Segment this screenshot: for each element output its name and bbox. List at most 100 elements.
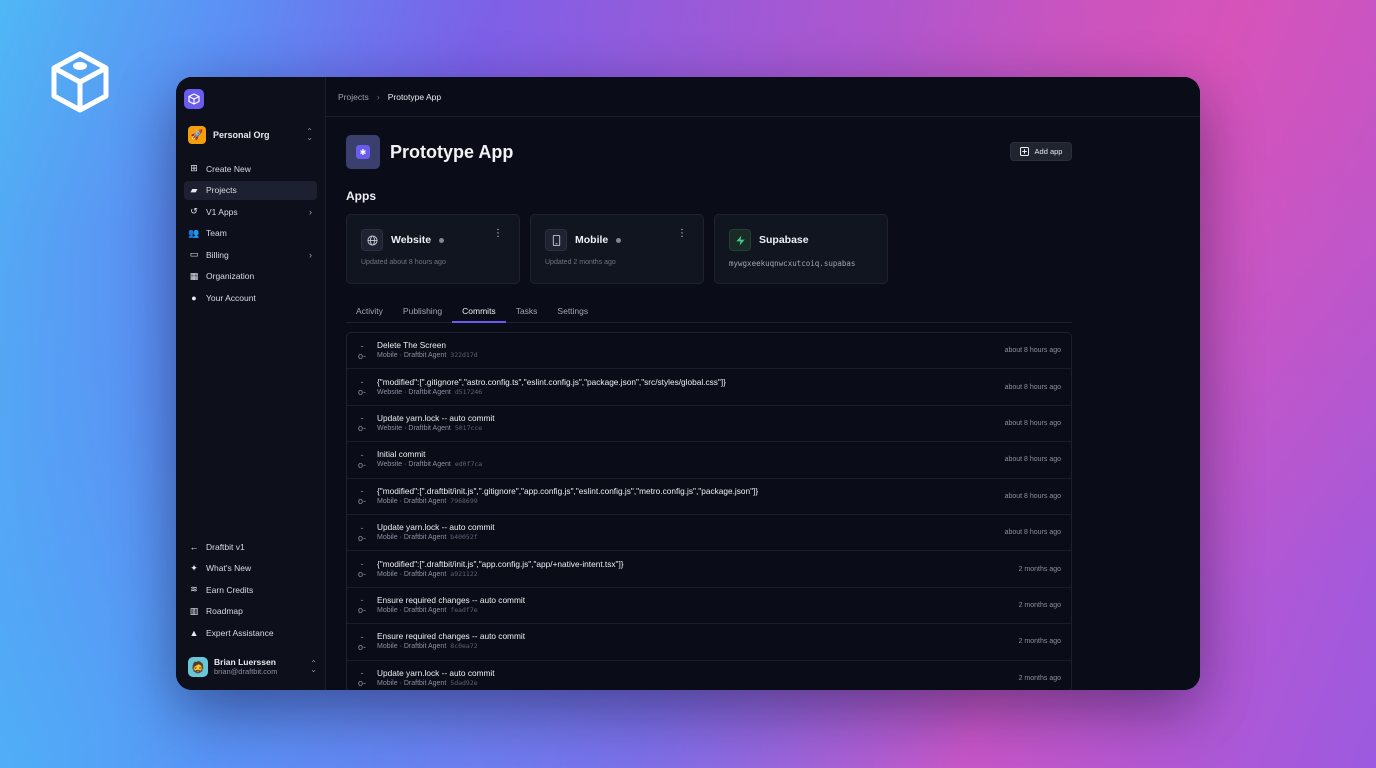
commit-message: Update yarn.lock -- auto commit: [377, 667, 495, 678]
commit-time: about 8 hours ago: [1004, 347, 1061, 355]
app-card-mobile[interactable]: Mobile ⋮ Updated 2 months ago: [530, 214, 704, 284]
git-commit-icon: -o-: [357, 413, 366, 434]
project-icon: ✱: [346, 135, 380, 169]
commit-row[interactable]: -o- Ensure required changes -- auto commi…: [347, 588, 1071, 625]
commit-time: about 8 hours ago: [1004, 456, 1061, 464]
commit-author: Draftbit Agent: [403, 643, 447, 651]
commit-row[interactable]: -o- Update yarn.lock -- auto commit Websit…: [347, 406, 1071, 443]
org-name: Personal Org: [213, 130, 270, 140]
sidebar-item-what-s-new[interactable]: ✦ What's New: [184, 559, 317, 578]
app-name: Supabase: [759, 234, 809, 246]
commit-row[interactable]: -o- {"modified":[".draftbit/init.js","app…: [347, 551, 1071, 588]
commit-meta: Website · Draftbit Agent d517246: [377, 387, 995, 398]
commit-row[interactable]: -o- Ensure required changes -- auto commi…: [347, 624, 1071, 661]
commit-time: 2 months ago: [1018, 638, 1061, 646]
plus-square-icon: ⊞: [190, 163, 198, 173]
sidebar-item-projects[interactable]: ▰ Projects: [184, 180, 317, 200]
more-vertical-icon[interactable]: ⋮: [677, 229, 687, 239]
sidebar-item-team[interactable]: 👥 Team: [184, 224, 317, 243]
app-card-supabase[interactable]: Supabase mywgxeekuqnwcxutcoiq.supabas: [714, 214, 888, 284]
commit-sha: 7968699: [450, 496, 478, 505]
sidebar-item-v1-apps[interactable]: ↺ V1 Apps ›: [184, 202, 317, 221]
commit-message: Initial commit: [377, 449, 426, 460]
sidebar-item-draftbit-v1[interactable]: ← Draftbit v1: [184, 537, 317, 556]
commit-author: Draftbit Agent: [408, 388, 451, 396]
commit-app: Website: [377, 424, 403, 432]
commit-sha: 322d17d: [450, 351, 478, 360]
commit-author: Draftbit Agent: [403, 679, 447, 687]
git-commit-icon: -o-: [357, 559, 366, 580]
tab-publishing[interactable]: Publishing: [393, 302, 452, 323]
sidebar-item-your-account[interactable]: ● Your Account: [184, 288, 317, 307]
tab-tasks[interactable]: Tasks: [506, 302, 548, 323]
git-commit-icon: -o-: [357, 668, 366, 689]
history-icon: ↺: [190, 206, 198, 216]
sidebar-item-label: Draftbit v1: [206, 541, 245, 552]
tab-settings[interactable]: Settings: [547, 302, 598, 323]
sidebar-item-label: V1 Apps: [206, 206, 238, 217]
status-dot: [616, 237, 622, 243]
chevron-right-icon: ›: [309, 249, 312, 260]
breadcrumb-separator: ›: [376, 91, 380, 102]
commit-author: Draftbit Agent: [403, 606, 447, 614]
sidebar-item-label: Billing: [206, 249, 229, 260]
commit-list: -o- Delete The Screen Mobile · Draftbit Ag…: [346, 332, 1072, 690]
commit-meta: Mobile · Draftbit Agent 322d17d: [377, 350, 995, 361]
add-app-button[interactable]: Add app: [1010, 142, 1072, 161]
commit-row[interactable]: -o- Delete The Screen Mobile · Draftbit Ag…: [347, 333, 1071, 370]
commit-sha: feadf7e: [450, 605, 478, 614]
sidebar-item-billing[interactable]: ▭ Billing ›: [184, 245, 317, 264]
sidebar-item-label: Projects: [206, 185, 237, 195]
draftbit-cube-logo-icon: [51, 51, 109, 113]
commit-time: 2 months ago: [1018, 674, 1061, 682]
sidebar: 🚀 Personal Org ⌃ ⌄ ⊞ Create New ▰ Projects ↺ V…: [176, 77, 326, 690]
sidebar-item-organization[interactable]: ▦ Organization: [184, 267, 317, 286]
app-logo-icon[interactable]: [184, 89, 204, 109]
credit-card-icon: ▭: [189, 249, 199, 259]
sidebar-item-label: Earn Credits: [206, 584, 254, 595]
commit-author: Draftbit Agent: [403, 352, 447, 360]
commit-time: about 8 hours ago: [1004, 419, 1061, 427]
commit-sha: d517246: [454, 387, 483, 396]
commit-message: Update yarn.lock -- auto commit: [377, 522, 495, 533]
commit-author: Draftbit Agent: [403, 497, 447, 505]
tab-activity[interactable]: Activity: [346, 302, 393, 323]
git-commit-icon: -o-: [357, 449, 366, 470]
user-name: Brian Luerssen: [214, 657, 276, 667]
plus-square-icon: [1019, 147, 1029, 156]
sidebar-item-label: What's New: [206, 563, 252, 573]
breadcrumb-projects[interactable]: Projects: [338, 92, 369, 102]
more-vertical-icon[interactable]: ⋮: [493, 229, 503, 239]
commit-row[interactable]: -o- {"modified":[".draftbit/init.js",".gi…: [347, 479, 1071, 515]
phone-icon: [545, 229, 567, 251]
user-menu[interactable]: 🧔 Brian Luerssen brian@draftbit.com ⌃ ⌄: [188, 655, 317, 679]
commit-author: Draftbit Agent: [408, 424, 451, 432]
commit-sha: 5017cce: [454, 423, 483, 432]
sidebar-item-earn-credits[interactable]: ≋ Earn Credits: [184, 580, 317, 599]
tab-commits[interactable]: Commits: [452, 302, 506, 323]
sidebar-item-expert-assistance[interactable]: ▲ Expert Assistance: [184, 623, 317, 642]
commit-meta: Mobile · Draftbit Agent 5dad92e: [377, 678, 1009, 689]
org-switcher[interactable]: 🚀 Personal Org ⌃ ⌄: [184, 123, 317, 147]
commit-meta: Mobile · Draftbit Agent a921122: [377, 569, 1009, 580]
user-icon: ●: [191, 292, 197, 303]
commit-message: {"modified":[".draftbit/init.js","app.co…: [377, 558, 624, 569]
app-card-website[interactable]: Website ⋮ Updated about 8 hours ago: [346, 214, 520, 284]
commit-message: Delete The Screen: [377, 340, 447, 351]
page-title: Prototype App: [390, 141, 514, 162]
sidebar-item-label: Create New: [206, 163, 251, 174]
commit-row[interactable]: -o- {"modified":[".gitignore","astro.conf…: [347, 369, 1071, 406]
commit-sha: ed0f7ca: [454, 460, 483, 469]
sidebar-item-create-new[interactable]: ⊞ Create New: [184, 159, 317, 178]
commit-app: Mobile: [377, 570, 398, 578]
commit-row[interactable]: -o- Initial commit Website · Draftbit Agen…: [347, 442, 1071, 479]
commit-row[interactable]: -o- Update yarn.lock -- auto commit Mobile…: [347, 515, 1071, 552]
sidebar-item-label: Organization: [206, 271, 255, 281]
main-content: Projects › Prototype App ✱ Prototype App…: [326, 77, 1200, 690]
commit-app: Website: [377, 461, 403, 469]
commit-row[interactable]: -o- Update yarn.lock -- auto commit Mobile…: [347, 661, 1071, 690]
breadcrumb-current: Prototype App: [387, 91, 442, 102]
globe-icon: [361, 229, 383, 251]
sidebar-item-roadmap[interactable]: ▥ Roadmap: [184, 602, 317, 621]
commit-message: {"modified":[".draftbit/init.js",".gitig…: [377, 485, 759, 496]
